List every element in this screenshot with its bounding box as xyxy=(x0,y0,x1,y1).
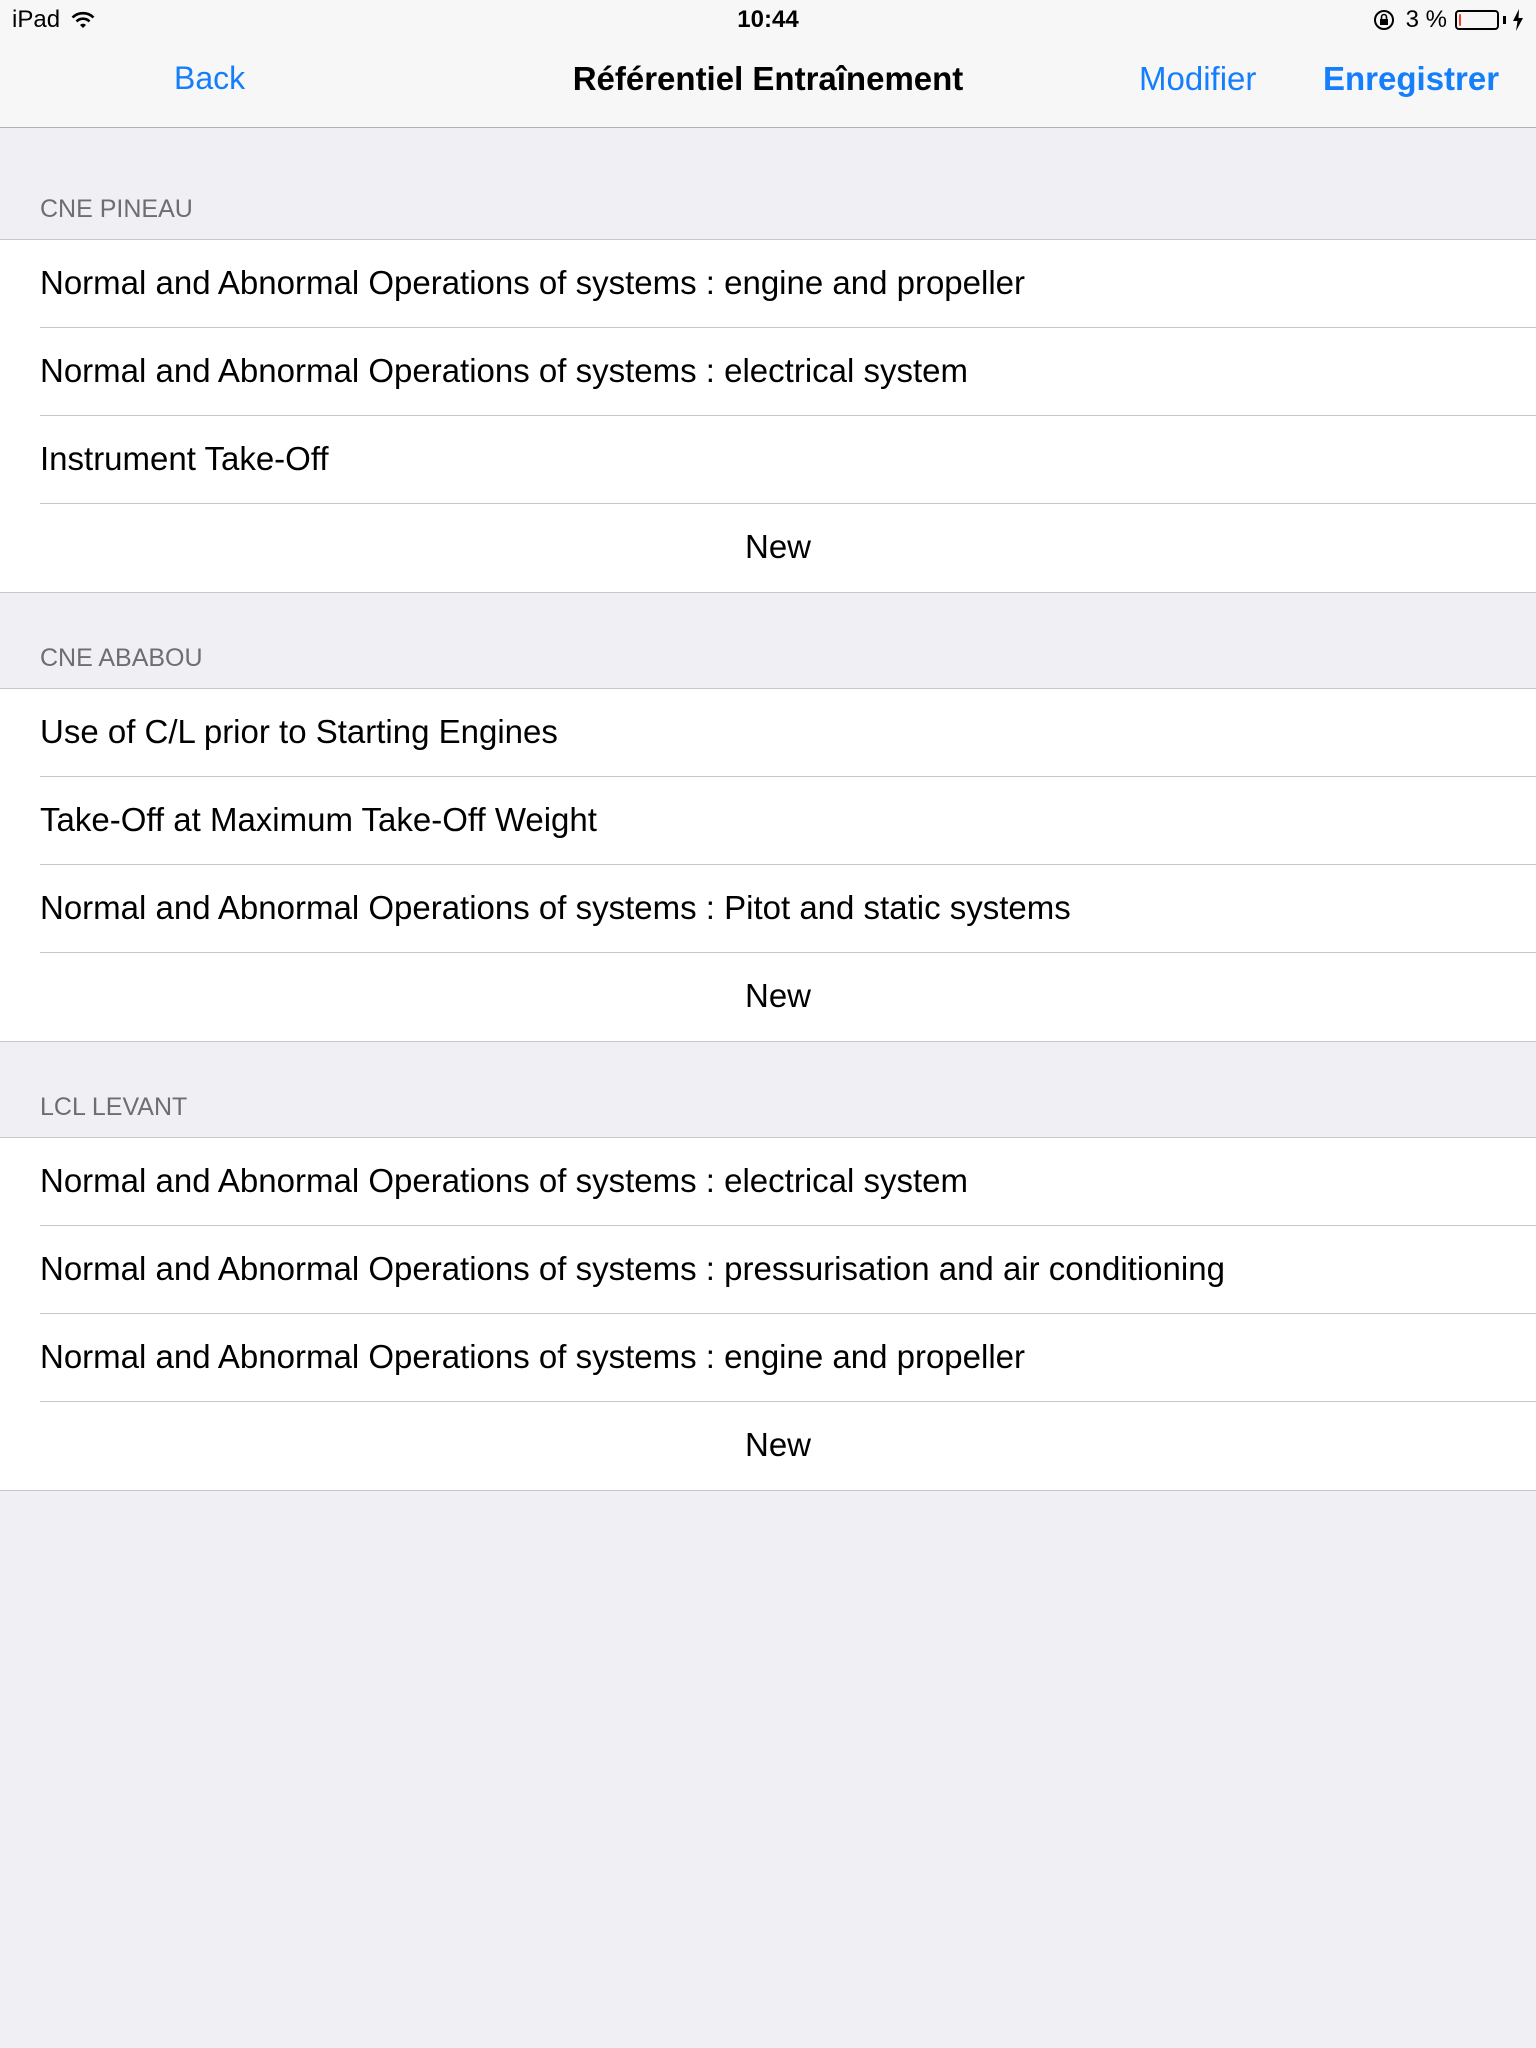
section-body: Normal and Abnormal Operations of system… xyxy=(0,240,1536,593)
section-cne-ababou: CNE ABABOU Use of C/L prior to Starting … xyxy=(0,593,1536,1042)
navigation-bar: Back Référentiel Entraînement Modifier E… xyxy=(0,40,1536,128)
battery-percent: 3 % xyxy=(1405,6,1447,33)
list-item[interactable]: Normal and Abnormal Operations of system… xyxy=(0,1138,1536,1226)
section-header: CNE ABABOU xyxy=(0,593,1536,689)
save-button[interactable]: Enregistrer xyxy=(1323,60,1499,98)
page-title: Référentiel Entraînement xyxy=(572,60,964,97)
list-item[interactable]: Normal and Abnormal Operations of system… xyxy=(0,865,1536,953)
list-item[interactable]: Take-Off at Maximum Take-Off Weight xyxy=(0,777,1536,865)
list-item[interactable]: Normal and Abnormal Operations of system… xyxy=(0,1226,1536,1314)
section-cne-pineau: CNE PINEAU Normal and Abnormal Operation… xyxy=(0,128,1536,593)
status-right: 3 % xyxy=(1372,6,1524,34)
new-item-button[interactable]: New xyxy=(0,504,1536,592)
battery-icon xyxy=(1455,10,1499,30)
section-lcl-levant: LCL LEVANT Normal and Abnormal Operation… xyxy=(0,1042,1536,1491)
list-item[interactable]: Normal and Abnormal Operations of system… xyxy=(0,328,1536,416)
battery-nub xyxy=(1503,16,1506,24)
battery-fill xyxy=(1459,14,1461,26)
modifier-button[interactable]: Modifier xyxy=(1139,60,1256,98)
list-item[interactable]: Normal and Abnormal Operations of system… xyxy=(0,240,1536,328)
section-header: LCL LEVANT xyxy=(0,1042,1536,1138)
list-item[interactable]: Normal and Abnormal Operations of system… xyxy=(0,1314,1536,1402)
status-time: 10:44 xyxy=(737,6,799,33)
section-body: Use of C/L prior to Starting Engines Tak… xyxy=(0,689,1536,1042)
list-item[interactable]: Instrument Take-Off xyxy=(0,416,1536,504)
new-item-button[interactable]: New xyxy=(0,1402,1536,1490)
table-view[interactable]: CNE PINEAU Normal and Abnormal Operation… xyxy=(0,128,1536,1491)
new-item-button[interactable]: New xyxy=(0,953,1536,1041)
charging-bolt-icon xyxy=(1513,9,1523,31)
list-item[interactable]: Use of C/L prior to Starting Engines xyxy=(0,689,1536,777)
rotation-lock-icon xyxy=(1373,10,1394,30)
section-body: Normal and Abnormal Operations of system… xyxy=(0,1138,1536,1491)
section-header: CNE PINEAU xyxy=(0,128,1536,240)
status-bar: iPad 10:44 3 % xyxy=(0,0,1536,40)
